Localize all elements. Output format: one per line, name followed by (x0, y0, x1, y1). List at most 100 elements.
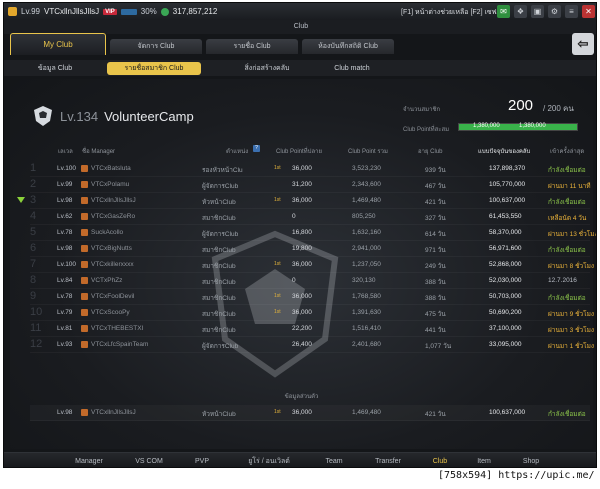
table-row[interactable]: 10 Lv.79 VTCxScooPy สมาชิกClub 1st 36,000 1,39… (30, 305, 594, 321)
my-member-row[interactable]: Lv.98 VTCxllnJllsJllsJ หัวหน้าClub 1st 3… (30, 405, 590, 421)
col-club-age[interactable]: อายุ Club (418, 146, 443, 156)
table-row[interactable]: 5 Lv.78 SuckAcollo ผู้จัดการClub 16,800 1,632… (30, 225, 596, 241)
mail-icon[interactable]: ✉ (497, 5, 510, 18)
member-role: สมาชิกClub (202, 279, 236, 286)
my-status: กำลังเชื่อมต่อ (548, 411, 586, 418)
nav-club[interactable]: Club (420, 453, 460, 467)
subtab-club-info[interactable]: ข้อมูล Club (22, 62, 88, 75)
club-point-week: 19,800 (292, 245, 312, 252)
club-age: 421 วัน (425, 199, 446, 206)
nav-item[interactable]: Item (464, 453, 504, 467)
table-row[interactable]: 2 Lv.99 VTCxPolamu ผู้จัดการClub 31,200 2,343… (30, 177, 591, 193)
col-manager[interactable]: ชื่อ Manager (82, 146, 115, 156)
club-age: 614 วัน (425, 231, 446, 238)
club-age: 388 วัน (425, 295, 446, 302)
col-level[interactable]: เลเวล (58, 146, 73, 156)
current-value: 52,868,000 (489, 261, 522, 268)
settings-icon[interactable]: ⚙ (548, 5, 561, 18)
table-row[interactable]: 8 Lv.84 VCTxPhZz สมาชิกClub 0 320,130 388 วัน 5… (30, 273, 590, 289)
club-point-label: Club Pointที่สะสม (403, 127, 450, 133)
member-role: รองหัวหน้าClu (202, 167, 243, 174)
subtab-member-list[interactable]: รายชื่อสมาชิก Club (107, 62, 201, 75)
current-value: 100,637,000 (489, 197, 526, 204)
current-value: 137,898,370 (489, 165, 526, 172)
table-row[interactable]: 6 Lv.98 VTCxBigNutts สมาชิกClub 19,800 2,941,… (30, 241, 590, 257)
help-icon[interactable]: ? (253, 145, 260, 152)
subtab-club-match[interactable]: Club match (322, 62, 382, 75)
position-icon (81, 277, 88, 284)
club-point-week: 36,000 (292, 165, 312, 172)
rank-badge: 1st (274, 165, 281, 171)
club-age: 441 วัน (425, 327, 446, 334)
table-row[interactable]: 11 Lv.81 VTCxTHEBESTXI สมาชิกClub 22,200 1,51… (30, 321, 594, 337)
club-point-total: 2,941,000 (352, 245, 381, 252)
club-name: VolunteerCamp (104, 108, 194, 124)
gift-icon[interactable]: ❖ (514, 5, 527, 18)
page-title: Club (4, 20, 596, 34)
bottom-nav: Manager VS COM PVP ยูโร่ / อนเวิลต์ Team… (4, 452, 596, 467)
nav-pvp[interactable]: PVP (182, 453, 222, 467)
member-level: Lv.93 (57, 341, 73, 348)
table-row[interactable]: 9 Lv.78 VTCxFoolDevil สมาชิกClub 1st 36,000 1,… (30, 289, 590, 305)
tab-club-stats[interactable]: ห้องบันทึกสถิติ Club (302, 39, 394, 54)
back-button[interactable]: ⇦ (572, 33, 594, 55)
member-name: VTCxFoolDevil (91, 293, 135, 300)
close-icon[interactable]: ✕ (582, 5, 595, 18)
member-level: Lv.100 (57, 165, 77, 172)
row-number: 5 (30, 226, 37, 238)
table-row[interactable]: 12 Lv.93 VTCxLfcSpainTeam ผู้จัดการClub 26,4… (30, 337, 594, 353)
row-number: 12 (30, 338, 43, 350)
inbox-icon[interactable]: ▣ (531, 5, 544, 18)
row-number: 11 (30, 322, 42, 334)
member-role: สมาชิกClub (202, 327, 236, 334)
club-point-bar: 1,380,000 1,380,000 (458, 123, 578, 131)
subtab-club-buildings[interactable]: สิ่งก่อสร้างคลับ (222, 62, 312, 75)
rank-badge: 1st (274, 293, 281, 299)
tab-club-list[interactable]: รายชื่อ Club (206, 39, 298, 54)
col-club-point-week[interactable]: Club Pointที่ปลาย (276, 146, 322, 156)
nav-transfer[interactable]: Transfer (360, 453, 416, 467)
xp-percent: 30% (140, 7, 157, 16)
tab-manage-club[interactable]: จัดการ Club (110, 39, 202, 54)
club-point-current: 1,380,000 (473, 123, 500, 129)
nav-vs-com[interactable]: VS COM (124, 453, 174, 467)
row-number: 4 (30, 210, 37, 222)
club-point-total: 805,250 (352, 213, 376, 220)
menu-icon[interactable]: ≡ (565, 5, 578, 18)
club-age: 327 วัน (425, 215, 446, 222)
current-value: 33,095,000 (489, 341, 522, 348)
row-number: 6 (30, 242, 37, 254)
nav-manager[interactable]: Manager (54, 453, 124, 467)
current-value: 58,370,000 (489, 229, 522, 236)
col-role[interactable]: ตำแหน่ง (226, 146, 248, 156)
members-count: 200 (508, 97, 534, 114)
col-club-point-total[interactable]: Club Point รวม (348, 146, 388, 156)
table-row[interactable]: 7 Lv.100 VTCxkillerxxxx สมาชิกClub 1st 36,000… (30, 257, 594, 273)
col-last-login[interactable]: เข้าครั้งล่าสุด (550, 146, 584, 156)
nav-shop[interactable]: Shop (509, 453, 553, 467)
club-point-total: 1,469,480 (352, 197, 381, 204)
table-row[interactable]: 3 Lv.98 VTCxllnJllsJllsJ หัวหน้าClub 1st 36,0… (30, 193, 590, 209)
current-value: 37,100,000 (489, 325, 522, 332)
nav-euro[interactable]: ยูโร่ / อนเวิลต์ (229, 453, 309, 467)
club-header: Lv.134 VolunteerCamp (32, 101, 194, 131)
club-point-week: 36,000 (292, 309, 312, 316)
nav-team[interactable]: Team (312, 453, 356, 467)
club-point-total: 1,768,580 (352, 293, 381, 300)
position-icon (81, 229, 88, 236)
last-login: ผ่านมา 8 ชั่วโมง (548, 263, 595, 270)
position-icon (81, 261, 88, 268)
col-current-value[interactable]: แบบปัจจุบันของคลับ (478, 146, 530, 156)
row-number: 8 (30, 274, 37, 286)
my-current-value: 100,637,000 (489, 409, 526, 416)
my-club-point-week: 36,000 (292, 409, 312, 416)
member-name: VTCxkillerxxxx (91, 261, 134, 268)
member-level: Lv.98 (57, 245, 73, 252)
tab-my-club[interactable]: My Club (10, 33, 106, 55)
table-row[interactable]: 4 Lv.62 VTCxGasZeRo สมาชิกClub 0 805,250 327 ว… (30, 209, 590, 225)
current-value: 61,453,550 (489, 213, 522, 220)
table-row[interactable]: 1 Lv.100 VTCxBatsluta รองหัวหน้าClu 1st 36,00… (30, 161, 590, 177)
last-login: ผ่านมา 9 ชั่วโมง (548, 311, 595, 318)
last-login: กำลังเชื่อมต่อ (548, 295, 586, 302)
member-role: หัวหน้าClub (202, 199, 236, 206)
